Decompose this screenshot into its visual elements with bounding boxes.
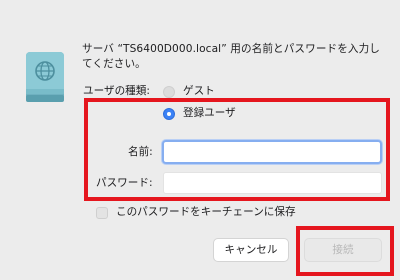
radio-guest-label[interactable]: ゲスト bbox=[183, 85, 215, 98]
radio-registered-user-label[interactable]: 登録ユーザ bbox=[183, 107, 236, 120]
network-server-icon bbox=[25, 51, 65, 103]
name-label: 名前: bbox=[128, 146, 153, 158]
user-type-label: ユーザの種類: bbox=[83, 85, 150, 97]
password-field[interactable] bbox=[163, 172, 382, 194]
dialog-message: サーバ “TS6400D000.local” 用の名前とパスワードを入力してくだ… bbox=[82, 43, 380, 70]
keychain-checkbox-label[interactable]: このパスワードをキーチェーンに保存 bbox=[116, 206, 296, 219]
name-field[interactable] bbox=[162, 140, 382, 164]
radio-guest[interactable] bbox=[163, 86, 175, 98]
connect-button[interactable]: 接続 bbox=[304, 238, 382, 262]
cancel-button[interactable]: キャンセル bbox=[213, 238, 289, 262]
radio-registered-user[interactable] bbox=[163, 108, 175, 120]
keychain-checkbox[interactable] bbox=[96, 207, 108, 219]
password-label: パスワード: bbox=[96, 177, 153, 189]
